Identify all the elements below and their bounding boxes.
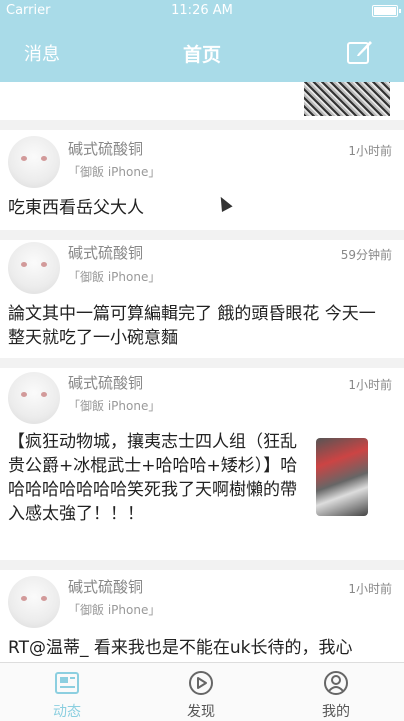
post-item[interactable]: 碱式硫酸铜 「御飯 iPhone」 59分钟前 論文其中一篇可算編輯完了 餓的頭… bbox=[0, 240, 404, 360]
feed-icon bbox=[55, 672, 79, 694]
author-name[interactable]: 碱式硫酸铜 bbox=[68, 372, 143, 393]
post-source: 「御飯 iPhone」 bbox=[68, 399, 161, 413]
avatar[interactable] bbox=[8, 242, 60, 294]
post-time: 59分钟前 bbox=[340, 248, 392, 262]
tab-feed[interactable]: 动态 bbox=[0, 663, 134, 721]
page-title: 首页 bbox=[182, 44, 221, 66]
status-time: 11:26 AM bbox=[171, 3, 233, 18]
tab-profile[interactable]: 我的 bbox=[268, 663, 404, 721]
post-item[interactable]: 碱式硫酸铜 「御飯 iPhone」 1小时前 吃東西看岳父大人 bbox=[0, 130, 404, 230]
divider bbox=[0, 560, 404, 570]
post-content: 論文其中一篇可算編輯完了 餓的頭昏眼花 今天一整天就吃了一小碗意麵 bbox=[8, 304, 376, 348]
avatar[interactable] bbox=[8, 136, 60, 188]
post-content: RT@温蒂_ 看来我也是不能在uk长待的，我心 bbox=[8, 638, 353, 658]
post-time: 1小时前 bbox=[348, 582, 392, 596]
tab-bar: 动态 发现 我的 bbox=[0, 662, 404, 721]
post-time: 1小时前 bbox=[348, 144, 392, 158]
tab-label: 动态 bbox=[53, 704, 81, 720]
tab-label: 我的 bbox=[322, 704, 350, 720]
battery-icon bbox=[372, 5, 401, 17]
post-item[interactable]: 碱式硫酸铜 「御飯 iPhone」 1小时前 【疯狂动物城，攘夷志士四人组（狂乱… bbox=[0, 368, 404, 560]
author-name[interactable]: 碱式硫酸铜 bbox=[68, 576, 143, 597]
avatar[interactable] bbox=[8, 576, 60, 628]
feed-list[interactable]: 碱式硫酸铜 「御飯 iPhone」 1小时前 吃東西看岳父大人 碱式硫酸铜 「御… bbox=[0, 82, 404, 662]
post-time: 1小时前 bbox=[348, 378, 392, 392]
nav-bar: 消息 首页 bbox=[0, 22, 404, 82]
profile-icon bbox=[324, 671, 348, 695]
post-content: 【疯狂动物城，攘夷志士四人组（狂乱贵公爵+冰棍武士+哈哈哈+矮杉）】哈哈哈哈哈哈… bbox=[8, 432, 298, 524]
post-content: 吃東西看岳父大人 bbox=[8, 198, 144, 218]
divider bbox=[0, 120, 404, 130]
compose-icon[interactable] bbox=[346, 38, 374, 66]
divider bbox=[0, 230, 404, 240]
status-bar: Carrier 11:26 AM bbox=[0, 0, 404, 22]
post-item[interactable]: 碱式硫酸铜 「御飯 iPhone」 1小时前 RT@温蒂_ 看来我也是不能在uk… bbox=[0, 570, 404, 662]
post-source: 「御飯 iPhone」 bbox=[68, 165, 161, 179]
post-image[interactable] bbox=[304, 82, 390, 116]
post-source: 「御飯 iPhone」 bbox=[68, 603, 161, 617]
tab-discover[interactable]: 发现 bbox=[134, 663, 268, 721]
divider bbox=[0, 358, 404, 368]
avatar[interactable] bbox=[8, 372, 60, 424]
author-name[interactable]: 碱式硫酸铜 bbox=[68, 138, 143, 159]
post-source: 「御飯 iPhone」 bbox=[68, 270, 161, 284]
tab-label: 发现 bbox=[187, 704, 215, 720]
play-circle-icon bbox=[189, 671, 213, 695]
author-name[interactable]: 碱式硫酸铜 bbox=[68, 242, 143, 263]
post-image[interactable] bbox=[316, 438, 368, 516]
